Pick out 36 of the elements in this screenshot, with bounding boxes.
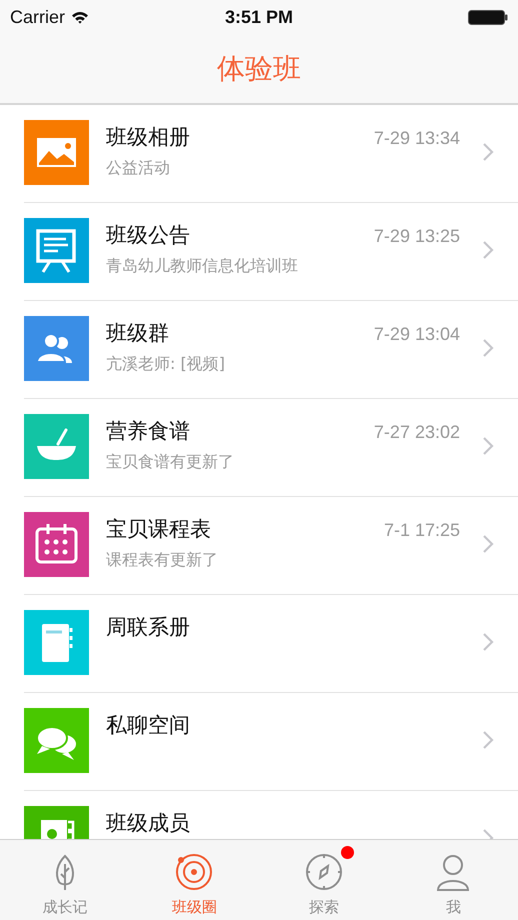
battery-icon <box>468 10 508 24</box>
item-title: 班级成员 <box>106 810 190 837</box>
list-item[interactable]: 营养食谱 7-27 23:02 宝贝食谱有更新了 <box>24 399 518 497</box>
list-item[interactable]: 周联系册 <box>24 595 518 693</box>
item-time: 7-29 13:25 <box>374 226 460 247</box>
item-time: 7-29 13:34 <box>374 128 460 149</box>
item-title: 班级相册 <box>106 124 190 151</box>
item-subtitle: 亢溪老师: [视频] <box>106 354 226 375</box>
nav-title: 体验班 <box>217 50 301 86</box>
item-time: 7-29 13:04 <box>374 324 460 345</box>
target-icon <box>174 852 214 892</box>
list-item[interactable]: 班级公告 7-29 13:25 青岛幼儿教师信息化培训班 <box>24 203 518 301</box>
list-item[interactable]: 班级相册 7-29 13:34 公益活动 <box>24 105 518 203</box>
item-title: 班级公告 <box>106 222 190 249</box>
item-time: 7-1 17:25 <box>384 520 460 541</box>
tab-label: 探索 <box>308 898 339 917</box>
item-subtitle: 青岛幼儿教师信息化培训班 <box>106 256 299 277</box>
compass-icon <box>304 852 344 892</box>
tab-label: 班级圈 <box>172 898 217 917</box>
tab-label: 我 <box>446 898 461 917</box>
carrier-label: Carrier <box>10 6 66 28</box>
item-time: 7-27 23:02 <box>374 422 460 443</box>
status-time: 3:51 PM <box>224 6 294 28</box>
list-item[interactable]: 私聊空间 <box>24 693 518 791</box>
wifi-icon <box>71 10 90 24</box>
item-title: 班级群 <box>106 320 169 347</box>
tab-label: 成长记 <box>42 898 88 917</box>
item-subtitle: 公益活动 <box>106 158 171 179</box>
item-subtitle: 课程表有更新了 <box>106 550 219 571</box>
list-item[interactable]: 宝贝课程表 7-1 17:25 课程表有更新了 <box>24 497 518 595</box>
item-title: 私聊空间 <box>106 712 190 739</box>
item-title: 营养食谱 <box>106 418 190 445</box>
item-subtitle: 宝贝食谱有更新了 <box>106 452 235 473</box>
item-title: 宝贝课程表 <box>106 516 211 543</box>
item-title: 周联系册 <box>106 614 190 641</box>
list-item[interactable]: 班级群 7-29 13:04 亢溪老师: [视频] <box>24 301 518 399</box>
